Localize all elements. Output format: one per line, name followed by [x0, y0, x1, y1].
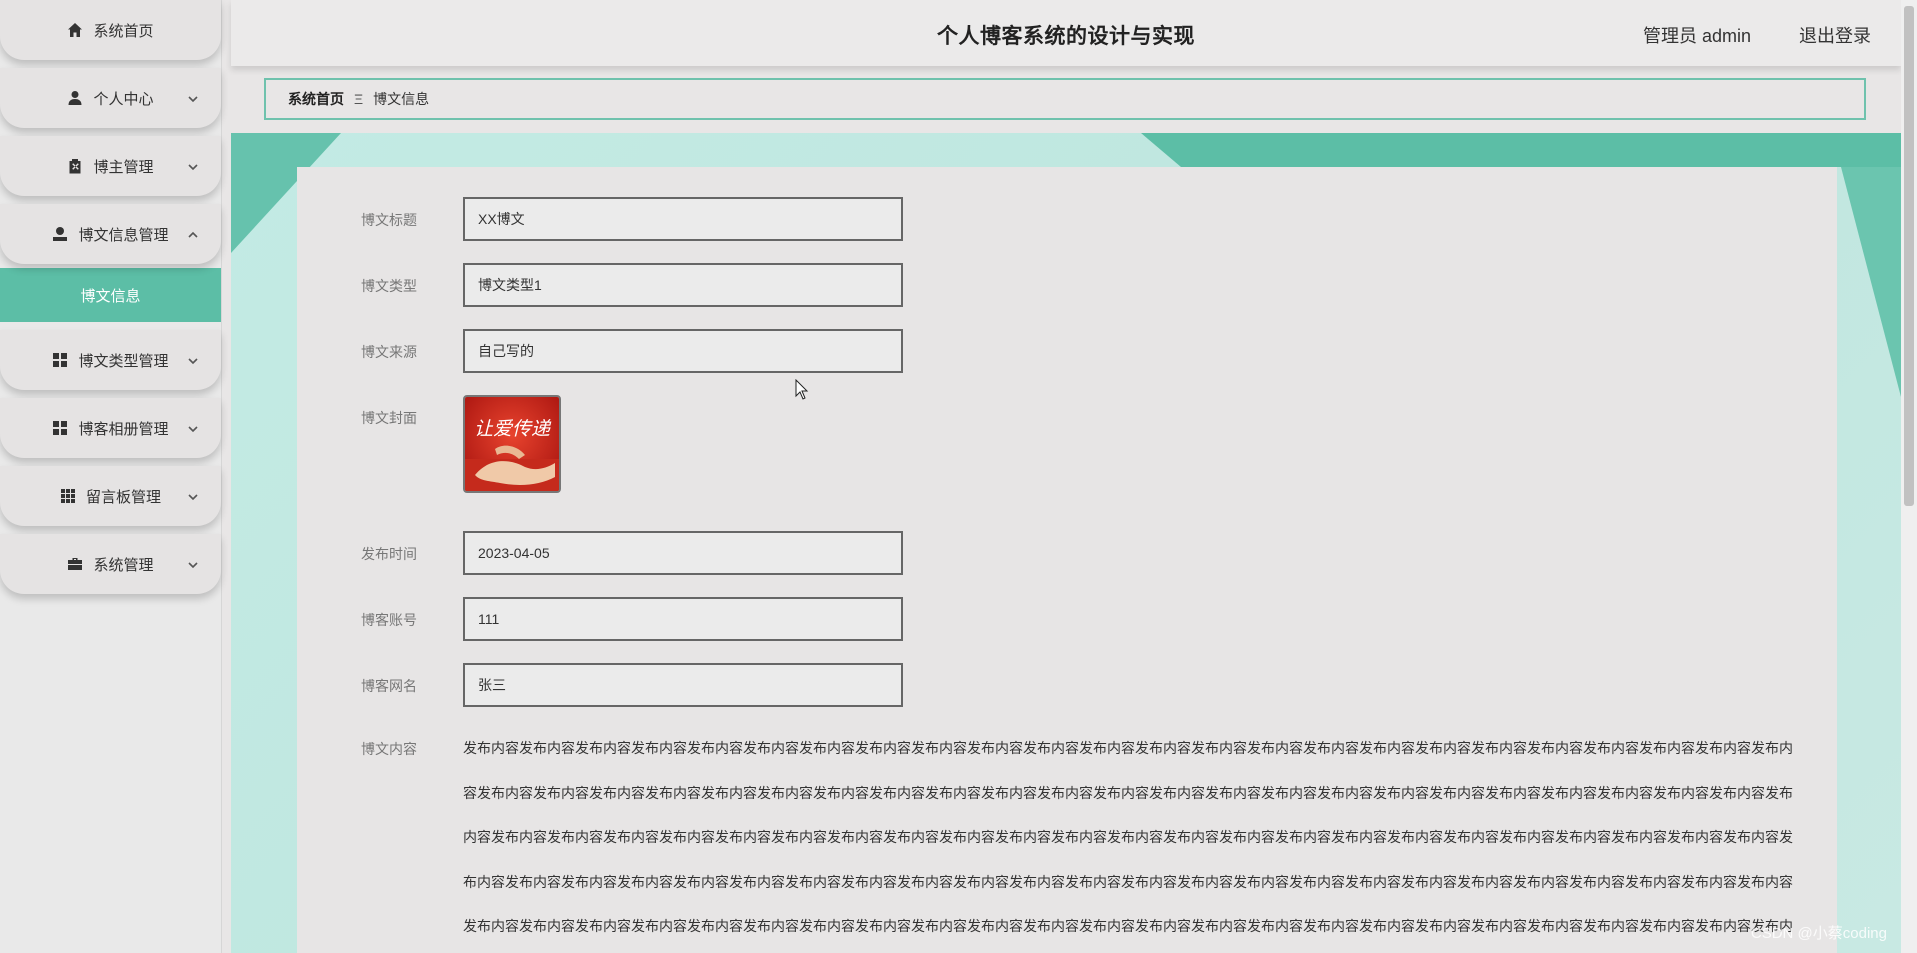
title-field[interactable]: XX博文 [463, 197, 903, 241]
field-label: 博文类型 [361, 278, 417, 294]
user-icon [67, 90, 83, 106]
blog-nickname-field[interactable]: 张三 [463, 663, 903, 707]
sidebar-item-album-management[interactable]: 博客相册管理 [0, 398, 221, 458]
chevron-down-icon [187, 558, 199, 570]
logout-link[interactable]: 退出登录 [1799, 22, 1871, 48]
sidebar-item-home[interactable]: 系统首页 [0, 0, 221, 60]
sidebar-item-blogger-management[interactable]: 博主管理 [0, 136, 221, 196]
home-icon [67, 22, 83, 38]
source-field[interactable]: 自己写的 [463, 329, 903, 373]
content-area: 博文标题 XX博文 博文类型 博文类型1 博文来源 自己写的 博文封面 让爱传递… [231, 133, 1901, 953]
chevron-down-icon [187, 490, 199, 502]
detail-form: 博文标题 XX博文 博文类型 博文类型1 博文来源 自己写的 博文封面 让爱传递… [297, 167, 1837, 953]
page-scrollbar[interactable] [1901, 0, 1917, 953]
scrollbar-thumb[interactable] [1904, 6, 1914, 506]
clipboard-icon [67, 158, 83, 174]
sidebar-item-label: 个人中心 [93, 90, 154, 108]
publish-time-field[interactable]: 2023-04-05 [463, 531, 903, 575]
field-label: 发布时间 [361, 546, 417, 562]
field-label: 博文封面 [361, 410, 417, 426]
sidebar-item-label: 博文信息管理 [78, 226, 169, 244]
sidebar-item-label: 留言板管理 [85, 488, 161, 506]
grid-icon [52, 352, 68, 368]
field-label: 博文内容 [361, 741, 417, 757]
chevron-down-icon [187, 354, 199, 366]
blog-content-text: 发布内容发布内容发布内容发布内容发布内容发布内容发布内容发布内容发布内容发布内容… [463, 740, 1793, 934]
breadcrumb: 系统首页 Ξ 博文信息 [264, 78, 1866, 120]
sidebar-item-personal-center[interactable]: 个人中心 [0, 68, 221, 128]
person-icon [52, 226, 68, 242]
chevron-down-icon [187, 422, 199, 434]
watermark: CSDN @小蔡coding [1750, 925, 1887, 942]
sidebar-item-message-board-management[interactable]: 留言板管理 [0, 466, 221, 526]
blog-account-field[interactable]: 111 [463, 597, 903, 641]
decor-band [1141, 133, 1901, 167]
sidebar-item-blog-post-management[interactable]: 博文信息管理 [0, 204, 221, 264]
cover-image[interactable]: 让爱传递 [463, 395, 561, 493]
sidebar-item-blog-type-management[interactable]: 博文类型管理 [0, 330, 221, 390]
sidebar-item-label: 博主管理 [93, 158, 154, 176]
sidebar-item-system-management[interactable]: 系统管理 [0, 534, 221, 594]
field-label: 博文来源 [361, 344, 417, 360]
breadcrumb-current: 博文信息 [373, 91, 430, 107]
breadcrumb-home[interactable]: 系统首页 [288, 89, 344, 109]
field-label: 博客账号 [361, 612, 417, 628]
type-field[interactable]: 博文类型1 [463, 263, 903, 307]
sidebar-item-label: 系统首页 [93, 22, 154, 40]
decor-triangle [1841, 167, 1901, 397]
grid-icon [52, 420, 68, 436]
mouse-cursor-icon [795, 378, 809, 401]
current-user: 管理员 admin [1642, 26, 1751, 46]
briefcase-icon [67, 556, 83, 572]
breadcrumb-separator: Ξ [354, 91, 364, 107]
sidebar-item-label: 博客相册管理 [78, 420, 169, 438]
cover-lettering: 让爱传递 [474, 418, 552, 440]
sidebar: 系统首页 个人中心 博主管理 博文信息管理 博文信息 博文类型管理 博客相册管理… [0, 0, 222, 953]
sidebar-item-label: 博文类型管理 [78, 352, 169, 370]
chevron-up-icon [187, 228, 199, 240]
chevron-down-icon [187, 92, 199, 104]
top-header: 个人博客系统的设计与实现 管理员 admin 退出登录 [231, 0, 1901, 66]
sidebar-item-label: 系统管理 [93, 556, 154, 574]
field-label: 博文标题 [361, 212, 417, 228]
apps-icon [60, 488, 76, 504]
chevron-down-icon [187, 160, 199, 172]
sidebar-subitem-blog-post-info[interactable]: 博文信息 [0, 268, 221, 322]
field-label: 博客网名 [361, 678, 417, 694]
